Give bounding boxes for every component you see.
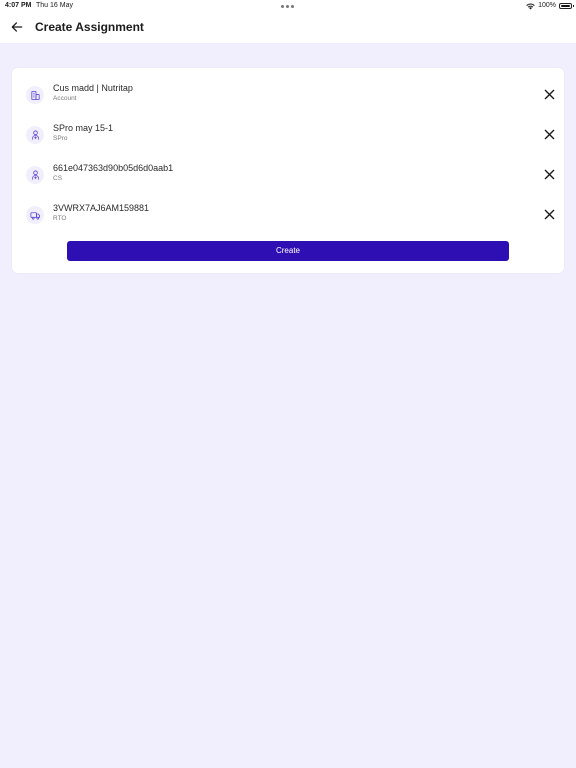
assignment-item-subtitle: RTO <box>53 215 67 222</box>
assignment-item-subtitle: SPro <box>53 135 68 142</box>
assignment-item-cs: 661e047363d90b05d6d0aab1 CS <box>12 162 564 196</box>
close-icon[interactable] <box>544 89 555 100</box>
assignment-item-subtitle: Account <box>53 95 77 102</box>
status-time: 4:07 PM <box>5 2 32 9</box>
building-icon <box>26 86 44 104</box>
assignment-item-title: Cus madd | Nutritap <box>53 83 133 93</box>
assignment-card: Cus madd | Nutritap Account SPro may 15-… <box>12 68 564 273</box>
battery-icon <box>559 3 574 9</box>
person-icon <box>26 126 44 144</box>
truck-icon <box>26 206 44 224</box>
assignment-item-title: SPro may 15-1 <box>53 123 114 133</box>
assignment-item-account: Cus madd | Nutritap Account <box>12 82 564 116</box>
multitasking-dots-icon[interactable] <box>281 5 294 8</box>
app-header: Create Assignment <box>0 12 576 43</box>
assignment-item-spro: SPro may 15-1 SPro <box>12 122 564 156</box>
battery-percentage: 100% <box>538 2 556 9</box>
status-date: Thu 16 May <box>36 2 73 9</box>
wifi-icon <box>526 2 535 9</box>
back-arrow-icon[interactable] <box>10 20 24 34</box>
status-indicators: 100% <box>526 0 574 12</box>
close-icon[interactable] <box>544 169 555 180</box>
assignment-item-title: 661e047363d90b05d6d0aab1 <box>53 163 174 173</box>
assignment-item-subtitle: CS <box>53 175 63 182</box>
close-icon[interactable] <box>544 129 555 140</box>
assignment-item-rto: 3VWRX7AJ6AM159881 RTO <box>12 202 564 236</box>
person-icon <box>26 166 44 184</box>
page-title: Create Assignment <box>35 20 144 34</box>
status-bar: 4:07 PM Thu 16 May 100% <box>0 0 576 12</box>
create-button[interactable]: Create <box>67 241 509 261</box>
assignment-item-title: 3VWRX7AJ6AM159881 <box>53 203 150 213</box>
close-icon[interactable] <box>544 209 555 220</box>
